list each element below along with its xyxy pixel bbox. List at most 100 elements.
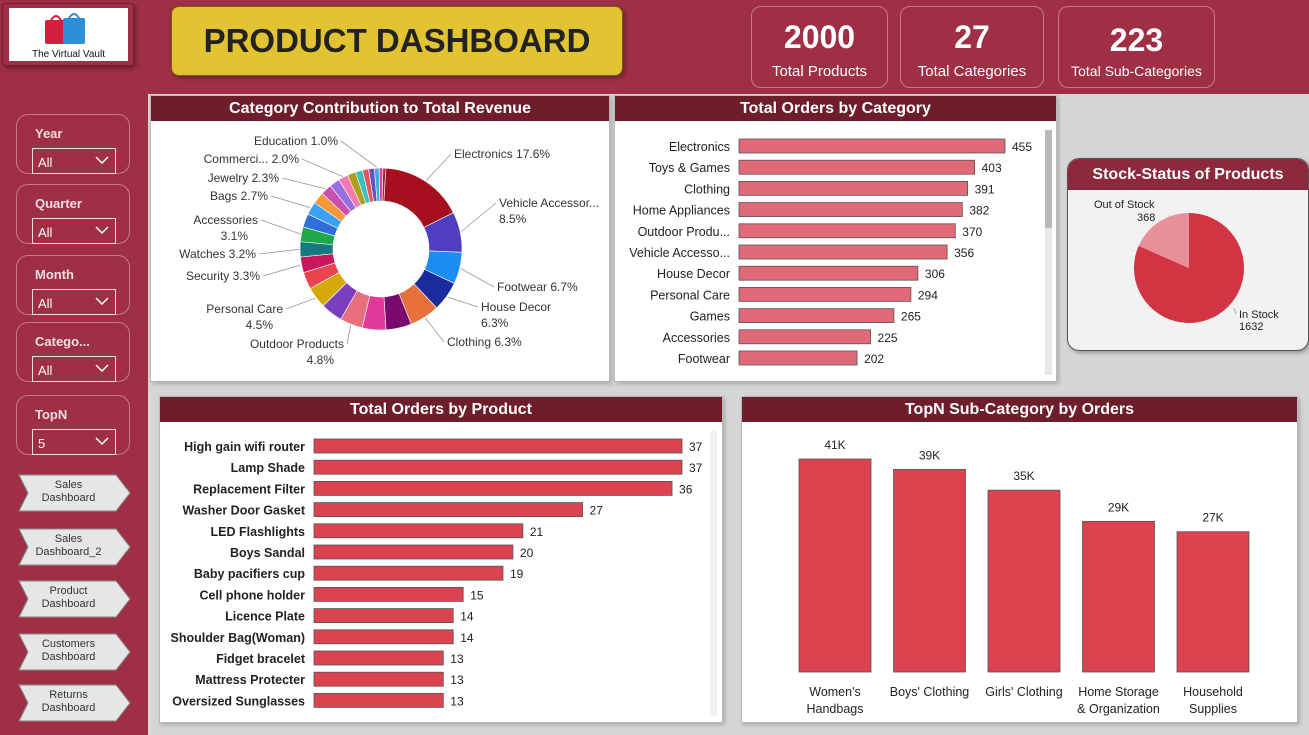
data-label: 35K (1013, 469, 1034, 483)
logo-image: The Virtual Vault (9, 8, 128, 61)
bar (313, 502, 583, 517)
category-label: Games (690, 310, 730, 324)
category-label: High gain wifi router (184, 440, 305, 454)
data-label: 225 (878, 331, 898, 345)
category-label: Handbags (807, 702, 864, 716)
slicer-dropdown[interactable]: 5 (32, 429, 116, 455)
slicer-dropdown[interactable]: All (32, 356, 116, 382)
chevron-down-icon (95, 437, 109, 446)
data-label: 13 (450, 694, 464, 708)
kpi-label: Total Categories (917, 63, 1027, 80)
category-label: Footwear (678, 352, 730, 366)
slicer-title: Year (35, 126, 63, 141)
leader-line (460, 202, 497, 233)
slice-label: Accessories (193, 213, 258, 227)
slice-label: Footwear 6.7% (497, 280, 578, 294)
bar (313, 565, 504, 581)
data-label: 14 (460, 631, 474, 645)
category-label: LED Flashlights (211, 525, 306, 539)
chevron-down-icon (95, 364, 109, 373)
bar (738, 223, 956, 239)
bar (313, 544, 514, 560)
slicer-value: All (38, 155, 53, 170)
slice-value-label: 368 (1137, 212, 1155, 224)
slice-label: Security 3.3% (186, 269, 260, 283)
scrollbar[interactable] (710, 431, 717, 716)
slice-label: Clothing 6.3% (447, 335, 522, 349)
slicer-value: 5 (38, 436, 46, 451)
category-label: Personal Care (650, 288, 730, 302)
data-label: 14 (460, 610, 474, 624)
bar (738, 329, 871, 345)
slice-label: Education 1.0% (254, 134, 338, 148)
slice-label: Vehicle Accessor... (499, 196, 599, 210)
category-revenue-card: Category Contribution to Total Revenue E… (150, 95, 610, 382)
data-label: 391 (975, 182, 995, 196)
slice-label: Electronics 17.6% (454, 147, 550, 161)
category-label: Outdoor Produ... (638, 225, 730, 239)
bar (313, 608, 454, 624)
kpi-total-products: 2000 Total Products (751, 6, 888, 88)
slice-label: Bags 2.7% (210, 189, 268, 203)
nav-product-dashboard-button[interactable]: Product Dashboard (18, 580, 131, 618)
category-label: Boys Sandal (230, 546, 305, 560)
bar (313, 459, 683, 475)
kpi-value: 27 (954, 19, 990, 55)
slice-label: In Stock (1239, 309, 1279, 321)
slicer-category[interactable]: Catego... All (16, 322, 130, 382)
nav-customers-dashboard-button[interactable]: Customers Dashboard (18, 633, 131, 671)
slice-pct-label: 6.3% (481, 316, 509, 330)
category-revenue-donut-chart[interactable]: Electronics 17.6% Vehicle Accessor... 8.5%… (151, 96, 611, 383)
category-label: Toys & Games (649, 161, 730, 175)
category-label: Supplies (1189, 702, 1237, 716)
bar (738, 265, 919, 281)
nav-label: Sales Dashboard_2 (35, 533, 102, 558)
slice-value-label: 1632 (1239, 321, 1263, 333)
slicer-dropdown[interactable]: All (32, 148, 116, 174)
nav-label: Product Dashboard (41, 585, 96, 610)
leader-line (258, 248, 300, 255)
scrollbar[interactable] (1045, 130, 1052, 375)
slicer-month[interactable]: Month All (16, 255, 130, 315)
slicer-quarter[interactable]: Quarter All (16, 184, 130, 244)
bar (738, 159, 976, 175)
data-label: 455 (1012, 140, 1032, 154)
bar (313, 671, 444, 687)
slice-label: House Decor (481, 300, 551, 314)
data-label: 27K (1202, 511, 1223, 525)
data-label: 202 (864, 352, 884, 366)
slicer-dropdown[interactable]: All (32, 218, 116, 244)
slicer-title: Quarter (35, 196, 82, 211)
bar (313, 586, 464, 602)
stock-status-card: Stock-Status of Products Out of Stock 368… (1067, 158, 1309, 351)
stock-status-pie-chart[interactable]: Out of Stock368 In Stock1632 (1068, 159, 1309, 351)
scrollbar-thumb[interactable] (1045, 130, 1052, 228)
bar (313, 692, 444, 708)
orders-by-category-chart[interactable]: Electronics 455 Toys & Games 403 Clothing 391… (615, 96, 1058, 383)
bar (313, 481, 673, 496)
nav-sales-dashboard-2-button[interactable]: Sales Dashboard_2 (18, 528, 131, 566)
topn-subcategory-chart[interactable]: 41K Women's Handbags 39K Boys' Clothing 35K Gi… (742, 397, 1299, 724)
category-label: Household (1183, 685, 1243, 699)
data-label: 36 (679, 482, 693, 496)
data-label: 29K (1108, 500, 1129, 514)
slice-pct-label: 4.8% (307, 353, 335, 367)
slicer-value: All (38, 363, 53, 378)
slicer-topn[interactable]: TopN 5 (16, 395, 130, 455)
slicer-title: TopN (35, 407, 68, 422)
data-label: 20 (520, 546, 534, 560)
bar (738, 286, 912, 302)
slicer-title: Month (35, 267, 74, 282)
orders-by-product-chart[interactable]: High gain wifi router 37 Lamp Shade 37 Repla… (160, 397, 724, 724)
slice-label: Watches 3.2% (179, 247, 256, 261)
bar (987, 489, 1061, 673)
slicer-dropdown[interactable]: All (32, 289, 116, 315)
category-label: Cell phone holder (199, 588, 305, 602)
slicer-year[interactable]: Year All (16, 114, 130, 174)
slice-label: Commerci... 2.0% (204, 152, 300, 166)
nav-sales-dashboard-button[interactable]: Sales Dashboard (18, 474, 131, 512)
nav-returns-dashboard-button[interactable]: Returns Dashboard (18, 684, 131, 722)
topn-subcategory-card: TopN Sub-Category by Orders 41K Women's Ha… (741, 396, 1298, 723)
leader-line (262, 264, 301, 277)
kpi-label: Total Sub-Categories (1071, 63, 1202, 79)
